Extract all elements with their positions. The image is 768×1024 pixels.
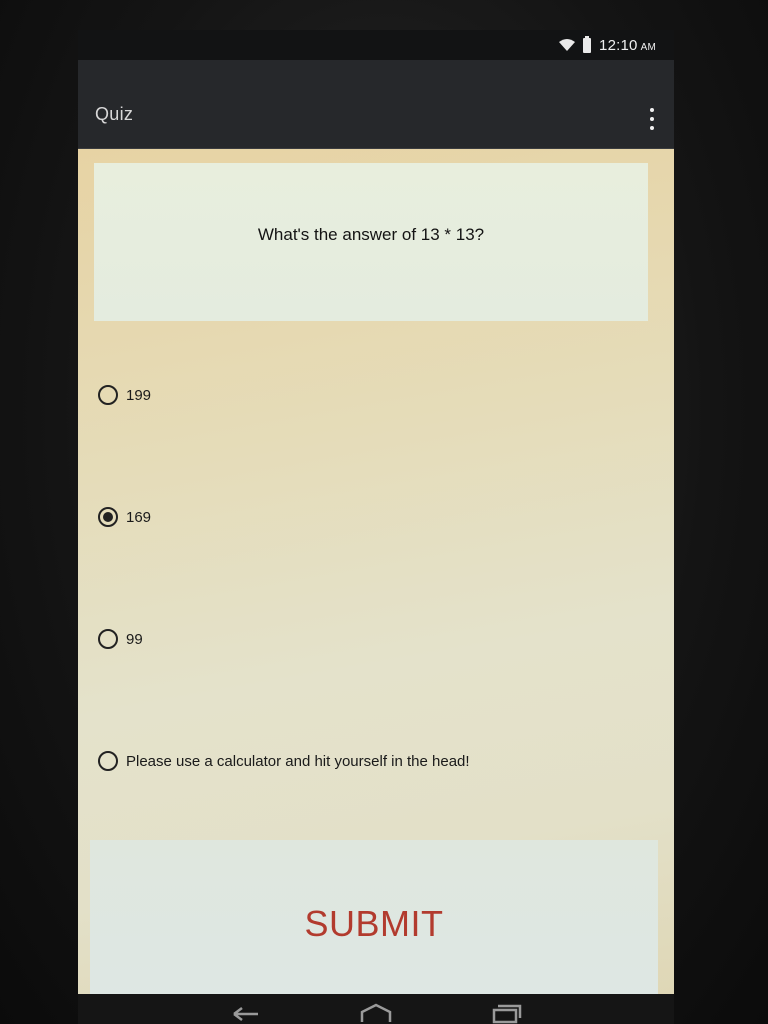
option-label: 199 [126, 386, 152, 404]
option-169[interactable]: 169 [98, 507, 151, 527]
option-199[interactable]: 199 [98, 385, 151, 405]
dot [650, 108, 654, 112]
clock-time: 12:10 [599, 36, 638, 54]
option-label: 169 [126, 508, 152, 526]
more-vert-icon[interactable] [646, 108, 658, 130]
clock-ampm: AM [640, 41, 656, 53]
dot [650, 117, 654, 121]
action-bar: Quiz [78, 60, 674, 149]
tablet-frame: 12:10 AM Quiz What's the answer of 13 * 1… [0, 0, 768, 1024]
app-title: Quiz [95, 104, 134, 124]
status-clock: 12:10 AM [599, 37, 656, 54]
radio-button-checked[interactable] [98, 507, 118, 527]
navigation-bar [78, 994, 674, 1024]
notification-icons [138, 39, 218, 51]
question-card: What's the answer of 13 * 13? [94, 163, 648, 321]
status-icons: 12:10 AM [559, 35, 656, 54]
quiz-content: What's the answer of 13 * 13? 199 169 99… [78, 149, 674, 1007]
status-bar: 12:10 AM [78, 30, 674, 60]
radio-button[interactable] [98, 751, 118, 771]
option-label: Please use a calculator and hit yourself… [126, 752, 470, 770]
option-99[interactable]: 99 [98, 629, 143, 649]
dot [650, 126, 654, 130]
back-icon[interactable] [226, 1002, 266, 1024]
home-icon[interactable] [356, 1002, 396, 1024]
battery-icon [583, 35, 592, 53]
submit-button[interactable]: SUBMIT [90, 840, 658, 1007]
option-label: 99 [126, 630, 143, 648]
screen: 12:10 AM Quiz What's the answer of 13 * 1… [78, 30, 674, 1024]
submit-label: SUBMIT [304, 902, 444, 944]
radio-button[interactable] [98, 629, 118, 649]
wifi-icon [559, 39, 576, 51]
option-calculator[interactable]: Please use a calculator and hit yourself… [98, 751, 470, 771]
radio-button[interactable] [98, 385, 118, 405]
recents-icon[interactable] [486, 1002, 526, 1024]
question-text: What's the answer of 13 * 13? [257, 225, 485, 244]
